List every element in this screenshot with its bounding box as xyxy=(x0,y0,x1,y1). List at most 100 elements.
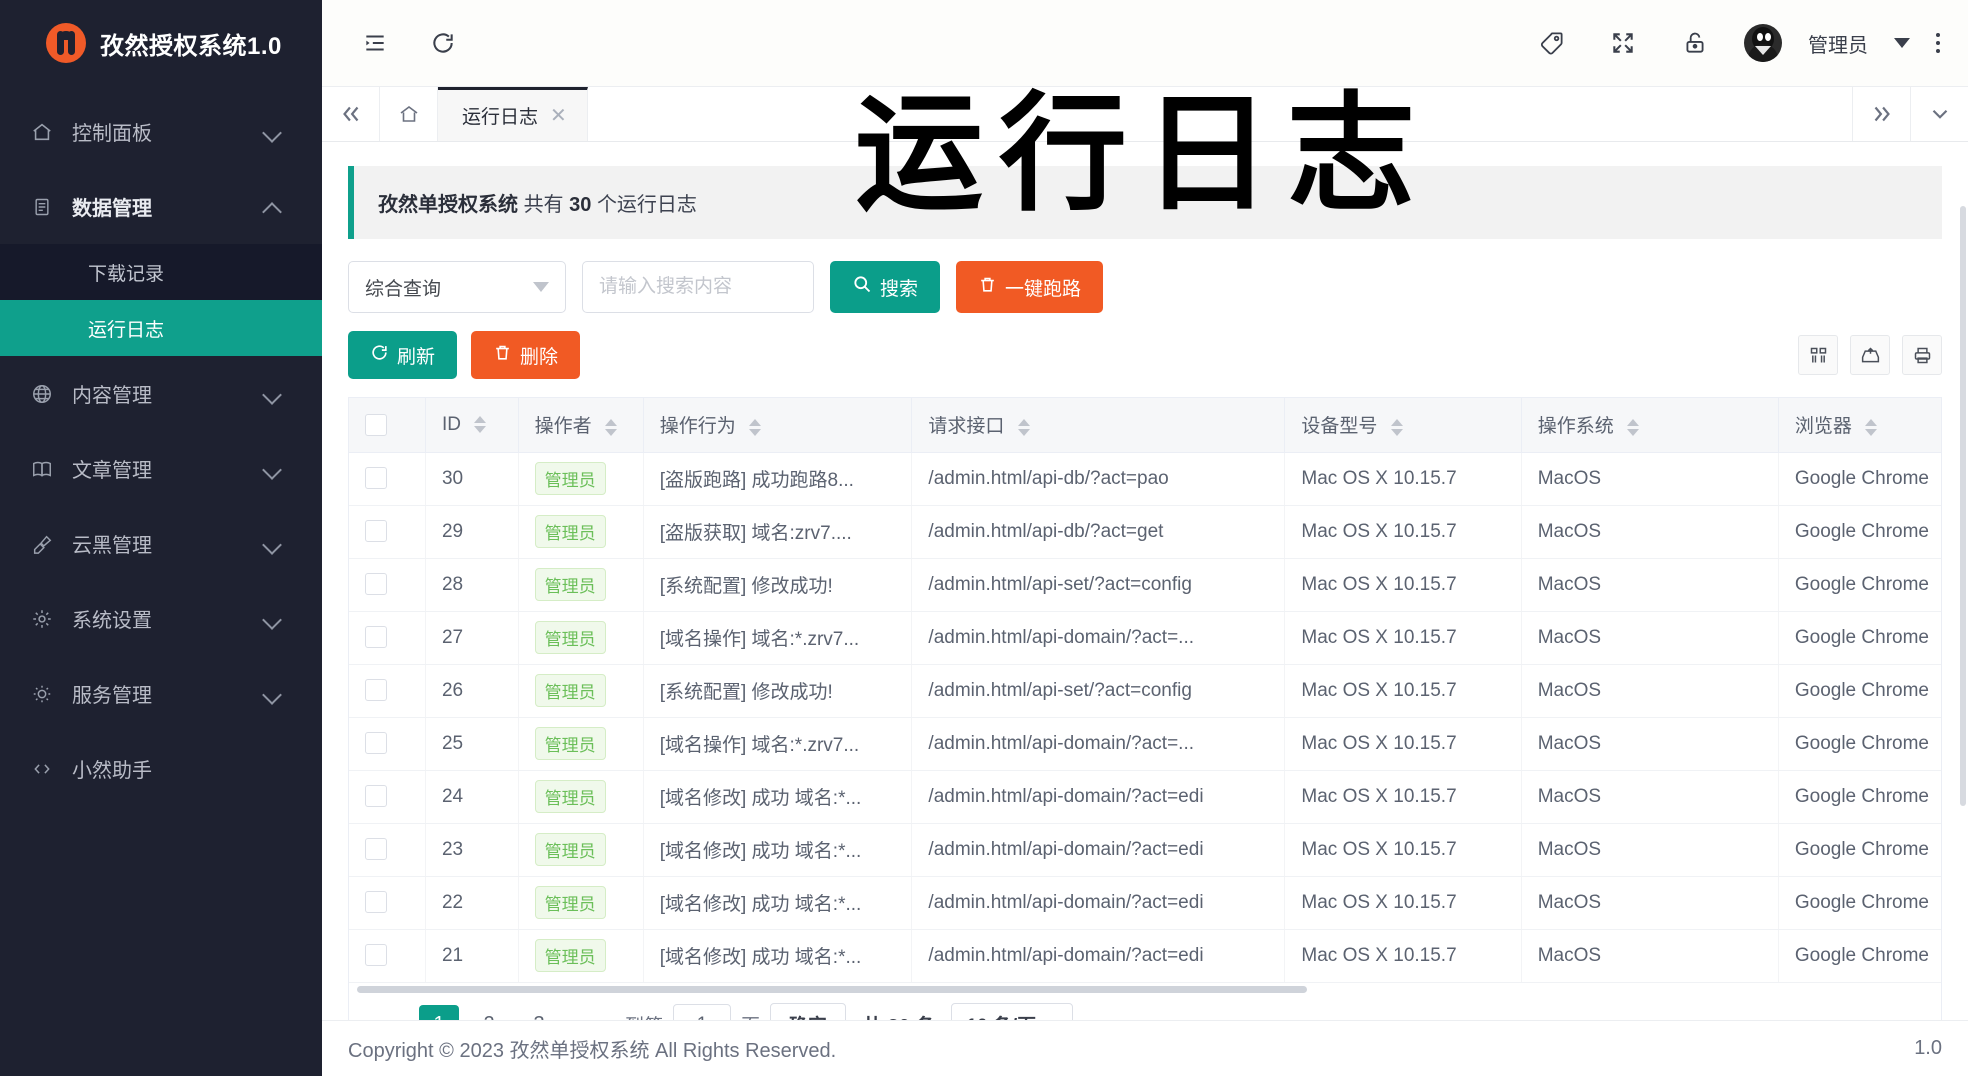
banner-count: 30 xyxy=(569,194,592,216)
row-checkbox[interactable] xyxy=(365,626,387,649)
penguin-avatar[interactable] xyxy=(1744,24,1782,62)
page-button-3[interactable]: 3 xyxy=(519,1005,559,1020)
table-row[interactable]: 22 管理员 [域名修改] 成功 域名:*.../admin.html/api-do… xyxy=(349,876,1941,930)
sidebar-item-xiaoran-assistant[interactable]: 小然助手 xyxy=(0,731,322,806)
sort-icon[interactable] xyxy=(1017,418,1030,436)
refresh-button[interactable]: 刷新 xyxy=(348,331,458,379)
search-button[interactable]: 搜索 xyxy=(830,261,941,313)
sidebar-item-label: 系统设置 xyxy=(72,610,152,632)
page-size-value: 10 条/页 xyxy=(966,1011,1036,1020)
sidebar-item-content-management[interactable]: 内容管理 xyxy=(0,356,322,431)
one-key-escape-button[interactable]: 一键跑路 xyxy=(956,261,1104,313)
menu-collapse-icon[interactable] xyxy=(352,20,398,66)
page-jump-input[interactable] xyxy=(673,1003,732,1020)
column-header-api[interactable]: 请求接口 xyxy=(911,398,1286,453)
search-input[interactable] xyxy=(582,261,814,313)
double-chevron-left-icon[interactable] xyxy=(322,87,380,141)
column-header-browser[interactable]: 浏览器 xyxy=(1778,398,1941,453)
page-button-1[interactable]: 1 xyxy=(419,1004,459,1020)
page-button-2[interactable]: 2 xyxy=(469,1005,509,1020)
refresh-icon[interactable] xyxy=(420,20,466,66)
topbar-actions: 管理员 xyxy=(1528,20,1940,66)
confirm-jump-button[interactable]: 确定 xyxy=(770,1002,847,1020)
sidebar-subitem-label: 下载记录 xyxy=(88,263,165,285)
sort-icon[interactable] xyxy=(474,416,487,434)
chevron-right-icon[interactable]: › xyxy=(569,1005,603,1021)
row-checkbox[interactable] xyxy=(365,573,387,596)
cell-id: 24 xyxy=(425,770,519,824)
columns-icon[interactable] xyxy=(1798,335,1838,375)
log-table: ID 操作者 操作行为 请求接口 设备型号 操作系统 浏览器 30 管理员 [盗… xyxy=(349,398,1941,983)
double-chevron-right-icon[interactable] xyxy=(1852,87,1910,141)
sort-icon[interactable] xyxy=(748,418,761,436)
footer: Copyright © 2023 孜然单授权系统 All Rights Rese… xyxy=(322,1020,1968,1076)
page-size-select[interactable]: 10 条/页 xyxy=(951,1002,1074,1020)
column-header-id[interactable]: ID xyxy=(425,398,519,453)
tag-icon[interactable] xyxy=(1528,20,1574,66)
close-icon[interactable]: ✕ xyxy=(550,106,567,126)
sidebar-subitem-download-records[interactable]: 下载记录 xyxy=(0,244,322,300)
row-checkbox[interactable] xyxy=(365,944,387,967)
chevron-left-icon[interactable]: ‹ xyxy=(375,1005,409,1021)
print-icon[interactable] xyxy=(1902,335,1942,375)
select-all-checkbox[interactable] xyxy=(365,413,387,436)
table-row[interactable]: 30 管理员 [盗版跑路] 成功跑路8.../admin.html/api-db/?… xyxy=(349,452,1941,506)
cell-device: Mac OS X 10.15.7 xyxy=(1284,876,1522,930)
cell-action: [域名操作] 域名:*.zrv7... xyxy=(643,611,913,665)
table-row[interactable]: 26 管理员 [系统配置] 修改成功!/admin.html/api-set/?ac… xyxy=(349,664,1941,718)
row-checkbox[interactable] xyxy=(365,891,387,914)
column-header-action[interactable]: 操作行为 xyxy=(643,398,913,453)
table-row[interactable]: 29 管理员 [盗版获取] 域名:zrv7..../admin.html/api-d… xyxy=(349,505,1941,559)
table-row[interactable]: 28 管理员 [系统配置] 修改成功!/admin.html/api-set/?ac… xyxy=(349,558,1941,612)
row-select-cell xyxy=(349,823,426,877)
more-vertical-icon[interactable] xyxy=(1936,33,1940,53)
cell-action: [域名操作] 域名:*.zrv7... xyxy=(643,717,913,771)
column-header-os[interactable]: 操作系统 xyxy=(1521,398,1779,453)
brand-header[interactable]: 孜然授权系统1.0 xyxy=(0,0,322,86)
page-scrollbar-thumb[interactable] xyxy=(1960,206,1966,806)
table-row[interactable]: 23 管理员 [域名修改] 成功 域名:*.../admin.html/api-do… xyxy=(349,823,1941,877)
row-checkbox[interactable] xyxy=(365,520,387,543)
export-icon[interactable] xyxy=(1850,335,1890,375)
sort-icon[interactable] xyxy=(1390,418,1403,436)
sidebar-item-dashboard[interactable]: 控制面板 xyxy=(0,94,322,169)
sidebar-item-data-management[interactable]: 数据管理 xyxy=(0,169,322,244)
sort-icon[interactable] xyxy=(1865,418,1878,436)
cell-browser: Google Chrome xyxy=(1778,770,1941,824)
query-type-select[interactable]: 综合查询 xyxy=(348,261,566,313)
column-header-device[interactable]: 设备型号 xyxy=(1284,398,1522,453)
delete-button[interactable]: 删除 xyxy=(471,331,581,379)
sidebar-item-label: 小然助手 xyxy=(72,760,152,782)
sidebar-item-service-management[interactable]: 服务管理 xyxy=(0,656,322,731)
sidebar-item-cloud-black-management[interactable]: 云黑管理 xyxy=(0,506,322,581)
sidebar-subitem-run-log[interactable]: 运行日志 xyxy=(0,300,322,356)
cell-id: 22 xyxy=(425,876,519,930)
sidebar-item-system-settings[interactable]: 系统设置 xyxy=(0,581,322,656)
sidebar-item-article-management[interactable]: 文章管理 xyxy=(0,431,322,506)
scrollbar-thumb[interactable] xyxy=(357,985,1307,993)
table-row[interactable]: 25 管理员 [域名操作] 域名:*.zrv7.../admin.html/api-… xyxy=(349,717,1941,771)
fullscreen-icon[interactable] xyxy=(1600,20,1646,66)
row-checkbox[interactable] xyxy=(365,838,387,861)
cell-device: Mac OS X 10.15.7 xyxy=(1284,664,1522,718)
table-row[interactable]: 21 管理员 [域名修改] 成功 域名:*.../admin.html/api-do… xyxy=(349,929,1941,983)
tab-run-log[interactable]: 运行日志 ✕ xyxy=(438,87,588,141)
code-icon xyxy=(28,759,56,779)
sort-icon[interactable] xyxy=(1627,418,1639,436)
column-header-operator[interactable]: 操作者 xyxy=(518,398,644,453)
page-scrollbar[interactable] xyxy=(1958,86,1968,1076)
operator-tag: 管理员 xyxy=(534,939,606,972)
row-checkbox[interactable] xyxy=(365,785,387,808)
row-checkbox[interactable] xyxy=(365,679,387,702)
chevron-down-icon xyxy=(262,458,284,480)
search-row: 综合查询 搜索 一键跑路 xyxy=(322,239,1968,321)
lock-icon[interactable] xyxy=(1672,20,1718,66)
row-checkbox[interactable] xyxy=(365,732,387,755)
sort-icon[interactable] xyxy=(604,418,617,436)
cell-api: /admin.html/api-domain/?act=edi xyxy=(911,823,1286,877)
tab-home-icon[interactable] xyxy=(380,87,438,141)
chevron-down-icon[interactable] xyxy=(1894,38,1910,48)
row-checkbox[interactable] xyxy=(365,467,387,490)
table-row[interactable]: 24 管理员 [域名修改] 成功 域名:*.../admin.html/api-do… xyxy=(349,770,1941,824)
table-row[interactable]: 27 管理员 [域名操作] 域名:*.zrv7.../admin.html/api-… xyxy=(349,611,1941,665)
